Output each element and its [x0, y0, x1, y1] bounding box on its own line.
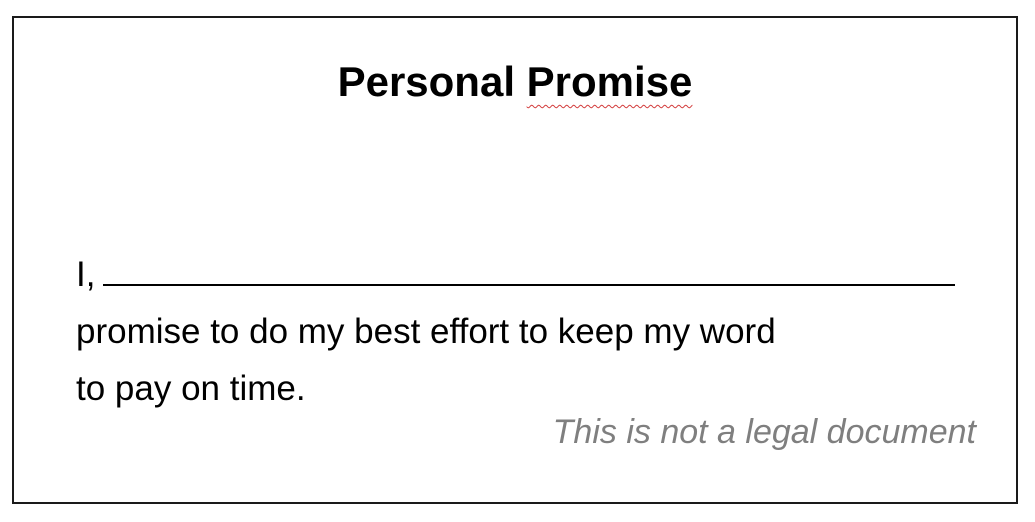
promise-body: I, promise to do my best effort to keep … [76, 246, 976, 417]
title-word-personal: Personal [337, 58, 515, 105]
page: Personal Promise I, promise to do my bes… [0, 0, 1035, 522]
promise-line-3: to pay on time. [76, 369, 306, 408]
document-title: Personal Promise [14, 58, 1016, 106]
name-prefix: I, [76, 255, 96, 294]
promise-line-2: promise to do my best effort to keep my … [76, 312, 776, 351]
name-blank-field[interactable] [103, 255, 956, 286]
title-word-promise: Promise [526, 58, 693, 105]
name-line: I, [76, 246, 976, 303]
promise-card: Personal Promise I, promise to do my bes… [12, 16, 1018, 504]
disclaimer-text: This is not a legal document [552, 413, 976, 451]
